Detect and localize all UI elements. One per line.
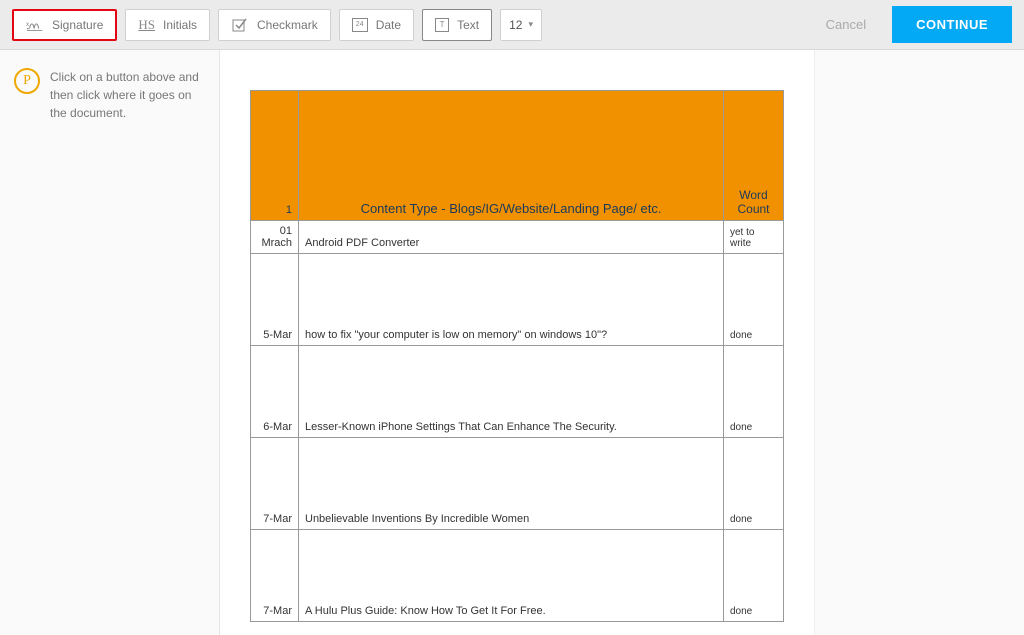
status-cell: done (724, 438, 784, 530)
status-cell: yet to write (724, 221, 784, 254)
checkmark-button[interactable]: Checkmark (218, 9, 331, 41)
calendar-icon: 24 (352, 18, 368, 32)
date-button[interactable]: 24 Date (339, 9, 414, 41)
signature-icon: x (26, 16, 44, 34)
font-size-select[interactable]: 12 ▾ (500, 9, 542, 41)
date-label: Date (376, 18, 401, 32)
date-cell: 5-Mar (251, 254, 299, 346)
table-row: 7-Mar A Hulu Plus Guide: Know How To Get… (251, 530, 784, 622)
table-row: 6-Mar Lesser-Known iPhone Settings That … (251, 346, 784, 438)
initials-icon: HS (138, 17, 155, 33)
toolbar: x Signature HS Initials Checkmark 24 Dat… (0, 0, 1024, 50)
status-cell: done (724, 254, 784, 346)
content-cell: Lesser-Known iPhone Settings That Can En… (299, 346, 724, 438)
help-text: Click on a button above and then click w… (50, 68, 205, 617)
table-row: 5-Mar how to fix "your computer is low o… (251, 254, 784, 346)
date-cell: 7-Mar (251, 438, 299, 530)
content-area: P Click on a button above and then click… (0, 50, 1024, 635)
date-cell: 01 Mrach (251, 221, 299, 254)
table-row: 01 Mrach Android PDF Converter yet to wr… (251, 221, 784, 254)
checkmark-label: Checkmark (257, 18, 318, 32)
status-cell: done (724, 530, 784, 622)
initials-button[interactable]: HS Initials (125, 9, 210, 41)
document-page: 1 Content Type - Blogs/IG/Website/Landin… (250, 90, 784, 595)
initials-label: Initials (163, 18, 197, 32)
table-row: 7-Mar Unbelievable Inventions By Incredi… (251, 438, 784, 530)
chevron-down-icon: ▾ (528, 19, 533, 30)
document-viewport[interactable]: 1 Content Type - Blogs/IG/Website/Landin… (220, 50, 814, 635)
content-cell: how to fix "your computer is low on memo… (299, 254, 724, 346)
sidebar: P Click on a button above and then click… (0, 50, 220, 635)
content-table: 1 Content Type - Blogs/IG/Website/Landin… (250, 90, 784, 622)
right-panel (814, 50, 1024, 635)
text-label: Text (457, 18, 479, 32)
content-cell: A Hulu Plus Guide: Know How To Get It Fo… (299, 530, 724, 622)
date-cell: 6-Mar (251, 346, 299, 438)
font-size-value: 12 (509, 18, 522, 32)
status-cell: done (724, 346, 784, 438)
continue-button[interactable]: CONTINUE (892, 6, 1012, 43)
signature-label: Signature (52, 18, 103, 32)
table-header-word: Word Count (724, 91, 784, 221)
content-cell: Unbelievable Inventions By Incredible Wo… (299, 438, 724, 530)
table-header-content: Content Type - Blogs/IG/Website/Landing … (299, 91, 724, 221)
text-icon: T (435, 18, 449, 32)
table-header-num: 1 (251, 91, 299, 221)
signature-button[interactable]: x Signature (12, 9, 117, 41)
date-cell: 7-Mar (251, 530, 299, 622)
help-icon: P (14, 68, 40, 94)
text-button[interactable]: T Text (422, 9, 492, 41)
content-cell: Android PDF Converter (299, 221, 724, 254)
cancel-button[interactable]: Cancel (808, 17, 884, 32)
checkmark-icon (231, 16, 249, 34)
